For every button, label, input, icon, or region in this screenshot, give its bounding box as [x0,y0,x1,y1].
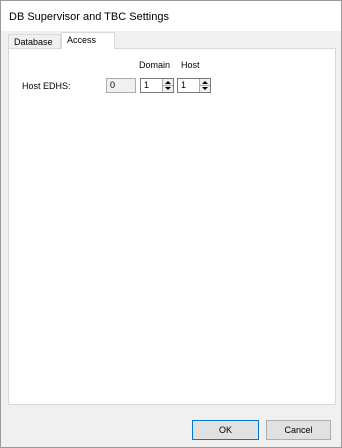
host-edhs-label: Host EDHS: [22,81,71,91]
up-down-arrow-icon[interactable] [199,79,210,92]
dialog-footer: OK Cancel [1,406,341,447]
access-panel: Domain Host Host EDHS: 0 1 1 [8,48,336,405]
spin-up-icon[interactable] [165,81,171,84]
title-bar: DB Supervisor and TBC Settings [1,1,341,31]
tab-access[interactable]: Access [61,32,115,49]
spin-down-icon[interactable] [202,87,208,90]
tab-database[interactable]: Database [8,34,61,48]
edhs-base-field: 0 [106,78,136,93]
domain-value: 1 [144,80,150,90]
spin-up-icon[interactable] [202,81,208,84]
settings-dialog: DB Supervisor and TBC Settings Database … [0,0,342,448]
edhs-base-value: 0 [110,80,116,90]
domain-spinner[interactable]: 1 [140,78,174,93]
host-spinner[interactable]: 1 [177,78,211,93]
host-value: 1 [181,80,187,90]
window-title: DB Supervisor and TBC Settings [9,11,169,23]
up-down-arrow-icon[interactable] [162,79,173,92]
spin-down-icon[interactable] [165,87,171,90]
domain-column-label: Domain [139,60,171,70]
host-column-label: Host [181,60,200,70]
cancel-button[interactable]: Cancel [266,420,331,440]
ok-button[interactable]: OK [192,420,259,440]
